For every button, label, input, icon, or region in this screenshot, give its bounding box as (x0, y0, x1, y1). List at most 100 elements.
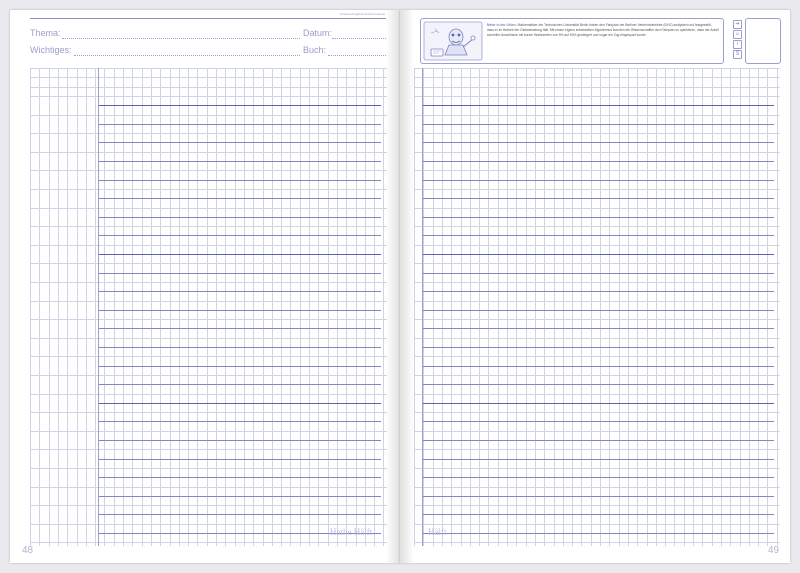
arrow-icon[interactable]: ➔ (733, 20, 742, 29)
wichtiges-field[interactable] (74, 55, 300, 56)
grid-vertical-line (683, 68, 685, 546)
grid-vertical-line (767, 68, 769, 546)
grid-horizontal-line (30, 337, 387, 339)
grid-horizontal-line (30, 505, 387, 507)
grid-horizontal-line (422, 495, 774, 497)
grid-vertical-line (141, 68, 143, 546)
grid-horizontal-line (414, 133, 780, 135)
grid-horizontal-line (422, 477, 774, 479)
grid-vertical-line (253, 68, 255, 546)
grid-horizontal-line (422, 123, 774, 125)
grid-vertical-line (290, 68, 292, 546)
page-number-right: 49 (768, 545, 780, 556)
grid-horizontal-line (30, 68, 387, 69)
grid-horizontal-line (414, 486, 780, 488)
grid-horizontal-line (30, 467, 387, 469)
right-page: Meier in der Uhlen: Mathematiker der Tec… (400, 10, 790, 563)
buch-field[interactable] (328, 55, 386, 56)
grid-horizontal-line (30, 393, 387, 395)
grid-horizontal-line (422, 533, 774, 534)
grid-horizontal-line (422, 179, 774, 181)
info-icon[interactable]: i (733, 40, 742, 49)
grid-vertical-line (748, 68, 750, 546)
grid-horizontal-line (422, 421, 774, 423)
grid-horizontal-line (98, 235, 381, 237)
grid-horizontal-line (30, 133, 387, 135)
grid-horizontal-line (30, 281, 387, 283)
grid-vertical-line (590, 68, 592, 546)
grid-vertical-line (609, 68, 611, 546)
grid-horizontal-line (414, 467, 780, 469)
grid-horizontal-line (30, 263, 387, 265)
grid-vertical-line (383, 68, 385, 546)
grid-vertical-line (758, 68, 760, 546)
writing-grid-left[interactable] (30, 68, 387, 546)
info-box: Meier in der Uhlen: Mathematiker der Tec… (420, 18, 724, 64)
grid-horizontal-line (98, 514, 381, 516)
grid-horizontal-line (414, 337, 780, 339)
thema-field[interactable] (62, 38, 300, 39)
grid-horizontal-line (422, 216, 774, 218)
grid-vertical-line (720, 68, 722, 546)
grid-horizontal-line (414, 356, 780, 358)
grid-vertical-line (451, 68, 453, 546)
grid-horizontal-line (422, 365, 774, 367)
grid-vertical-line (132, 68, 134, 546)
grid-horizontal-line (98, 365, 381, 367)
grid-horizontal-line (98, 402, 381, 404)
grid-horizontal-line (422, 328, 774, 330)
writing-grid-right[interactable] (414, 68, 780, 546)
grid-vertical-line (423, 68, 425, 546)
grid-vertical-line (85, 68, 87, 546)
grid-horizontal-line (30, 95, 387, 97)
grid-vertical-line (281, 68, 283, 546)
grid-horizontal-line (414, 374, 780, 376)
grid-horizontal-line (422, 402, 774, 404)
grid-vertical-line (469, 68, 471, 546)
grid-horizontal-line (98, 309, 381, 311)
grid-horizontal-line (30, 449, 387, 451)
grid-horizontal-line (30, 319, 387, 321)
wichtiges-label: Wichtiges: (30, 45, 72, 55)
info-title: Meier in der Uhlen: (487, 23, 517, 27)
grid-horizontal-line (98, 142, 381, 144)
grid-horizontal-line (414, 86, 780, 88)
grid-horizontal-line (30, 226, 387, 228)
grid-vertical-line (30, 68, 31, 546)
header-caption: Hinweis/Aufgaben/Arbeitsmaterial (340, 12, 386, 16)
grid-vertical-line (299, 68, 301, 546)
grid-vertical-line (234, 68, 236, 546)
grid-horizontal-line (30, 86, 387, 88)
grid-vertical-line (364, 68, 366, 546)
grid-vertical-line (336, 68, 338, 546)
grid-horizontal-line (414, 151, 780, 153)
grid-vertical-line (188, 68, 190, 546)
s-icon[interactable]: S (733, 50, 742, 59)
grid-horizontal-line (422, 384, 774, 386)
grid-vertical-line (479, 68, 481, 546)
grid-horizontal-line (30, 430, 387, 432)
grid-horizontal-line (422, 291, 774, 293)
grid-horizontal-line (30, 114, 387, 116)
smiley-icon[interactable]: ☺ (733, 30, 742, 39)
grid-vertical-line (271, 68, 273, 546)
grid-vertical-line (123, 68, 124, 546)
grid-horizontal-line (422, 440, 774, 441)
grid-horizontal-line (422, 458, 774, 460)
grid-vertical-line (57, 68, 59, 546)
grid-vertical-line (730, 68, 732, 546)
grid-horizontal-line (30, 170, 387, 172)
grid-vertical-line (581, 68, 583, 546)
grid-horizontal-line (414, 170, 780, 172)
grid-vertical-line (702, 68, 704, 546)
grid-vertical-line (414, 68, 415, 546)
grid-vertical-line (178, 68, 180, 546)
grid-horizontal-line (98, 179, 381, 181)
grid-vertical-line (572, 68, 574, 546)
grid-horizontal-line (414, 319, 780, 321)
grid-vertical-line (534, 68, 536, 546)
grid-vertical-line (206, 68, 208, 546)
grid-vertical-line (525, 68, 527, 546)
note-box[interactable] (745, 18, 781, 64)
datum-field[interactable] (332, 38, 386, 39)
